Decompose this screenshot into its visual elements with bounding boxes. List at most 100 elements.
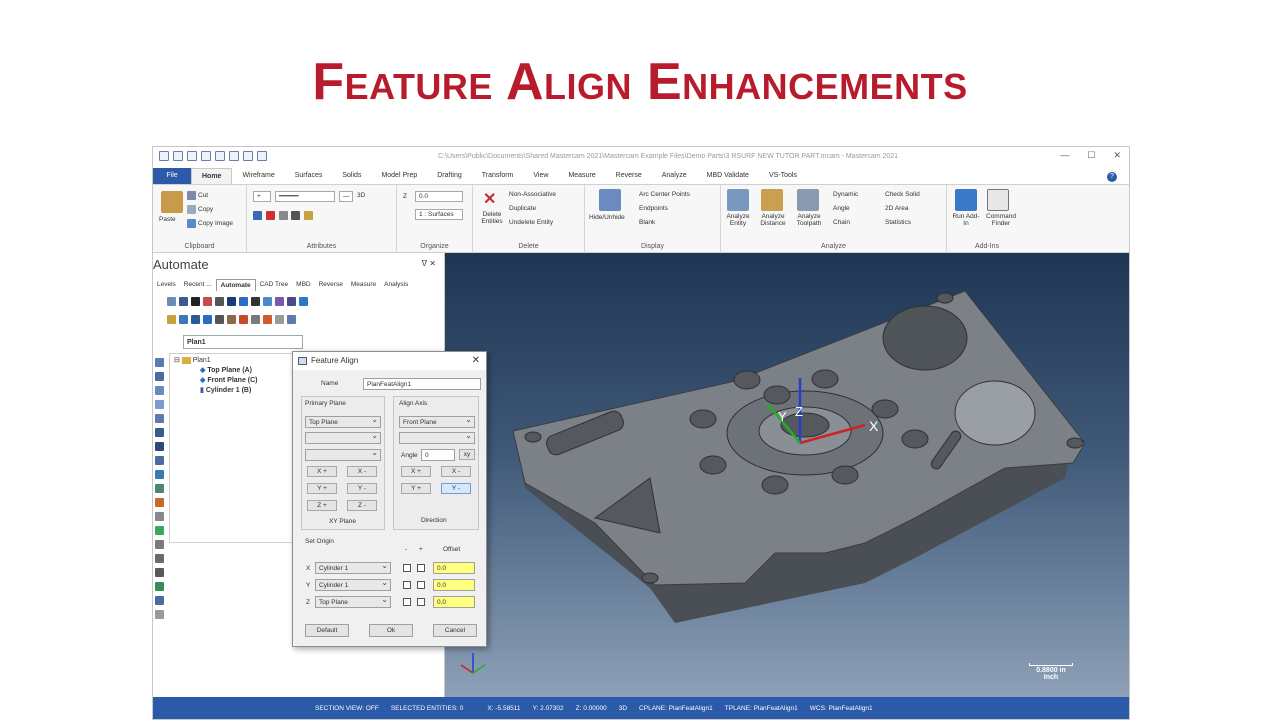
tab-view[interactable]: View xyxy=(523,168,558,184)
origin-z-offset[interactable]: 0.0 xyxy=(433,596,475,608)
maximize-button[interactable]: ☐ xyxy=(1087,150,1095,161)
primary-y-plus-button[interactable]: Y + xyxy=(307,483,337,494)
tab-transform[interactable]: Transform xyxy=(472,168,524,184)
auto-tool-icon[interactable] xyxy=(191,315,200,324)
hide-unhide-button[interactable]: Hide/Unhide xyxy=(589,214,625,221)
tplane-status[interactable]: TPLANE: PlanFeatAlign1 xyxy=(725,705,798,712)
redo-icon[interactable] xyxy=(243,151,253,161)
side-tool-icon[interactable] xyxy=(155,554,164,563)
play-icon[interactable] xyxy=(239,297,248,306)
panel-pin-close[interactable]: ᐁ ✕ xyxy=(422,259,436,268)
tree-item-cylinder[interactable]: ▮ Cylinder 1 (B) xyxy=(200,386,251,394)
side-tool-icon[interactable] xyxy=(155,582,164,591)
point-style-combo[interactable]: + xyxy=(253,191,271,202)
tab-home[interactable]: Home xyxy=(191,168,233,184)
paste-icon[interactable] xyxy=(161,191,183,213)
tab-drafting[interactable]: Drafting xyxy=(427,168,472,184)
align-axis-select[interactable]: Front Plane xyxy=(399,414,475,428)
tab-reverse[interactable]: Reverse xyxy=(606,168,652,184)
tab-file[interactable]: File xyxy=(153,168,191,184)
mode-3d-status[interactable]: 3D xyxy=(619,705,627,712)
auto-tool-icon[interactable] xyxy=(239,315,248,324)
analyze-entity-icon[interactable] xyxy=(727,189,749,211)
z-depth-input[interactable]: 0.0 xyxy=(415,191,463,202)
name-input[interactable]: PlanFeatAlign1 xyxy=(363,378,481,390)
print-icon[interactable] xyxy=(201,151,211,161)
tab-wireframe[interactable]: Wireframe xyxy=(232,168,284,184)
duplicate-button[interactable]: Duplicate xyxy=(509,205,536,212)
arc-center-button[interactable]: Arc Center Points xyxy=(639,191,690,198)
origin-z-minus-check[interactable] xyxy=(403,598,411,606)
origin-x-offset[interactable]: 0.0 xyxy=(433,562,475,574)
origin-x-select[interactable]: Cylinder 1 xyxy=(315,560,391,574)
analyze-distance-icon[interactable] xyxy=(761,189,783,211)
tab-model-prep[interactable]: Model Prep xyxy=(371,168,427,184)
primary-y-minus-button[interactable]: Y - xyxy=(347,483,377,494)
chain-button[interactable]: Chain xyxy=(833,219,850,226)
section-view-status[interactable]: SECTION VIEW: OFF xyxy=(315,705,379,712)
side-tool-icon[interactable] xyxy=(155,428,164,437)
selected-entities-status[interactable]: SELECTED ENTITIES: 0 xyxy=(391,705,464,712)
save-as-icon[interactable] xyxy=(215,151,225,161)
qat-customize-icon[interactable] xyxy=(257,151,267,161)
auto-tool-icon[interactable] xyxy=(203,315,212,324)
copy-button[interactable]: Copy xyxy=(187,205,213,214)
level-select[interactable]: 1 : Surfaces xyxy=(415,209,463,220)
auto-tool-icon[interactable] xyxy=(179,315,188,324)
auto-tool-icon[interactable] xyxy=(167,315,176,324)
paste-button[interactable]: Paste xyxy=(159,216,176,223)
origin-x-plus-check[interactable] xyxy=(417,564,425,572)
auto-tool-icon[interactable] xyxy=(275,315,284,324)
tab-measure[interactable]: Measure xyxy=(558,168,605,184)
solid-color-icon[interactable] xyxy=(278,211,288,220)
side-tool-icon[interactable] xyxy=(155,526,164,535)
blank-button[interactable]: Blank xyxy=(639,219,655,226)
analyze-distance-button[interactable]: Analyze Distance xyxy=(755,213,791,227)
new-file-icon[interactable] xyxy=(159,151,169,161)
side-tool-icon[interactable] xyxy=(155,610,164,619)
graphics-viewport[interactable]: X Z Y 0.8800 in Inch xyxy=(445,253,1129,699)
check-solid-button[interactable]: Check Solid xyxy=(885,191,920,198)
side-tool-icon[interactable] xyxy=(155,414,164,423)
panel-tab-levels[interactable]: Levels xyxy=(153,279,180,291)
help-icon[interactable]: ? xyxy=(1107,172,1117,182)
align-y-plus-button[interactable]: Y + xyxy=(401,483,431,494)
side-tool-icon[interactable] xyxy=(155,400,164,409)
xy-button[interactable]: xy xyxy=(459,449,475,460)
panel-tab-analysis[interactable]: Analysis xyxy=(380,279,412,291)
plane-select[interactable]: Plan1 xyxy=(183,335,303,349)
primary-x-plus-button[interactable]: X + xyxy=(307,466,337,477)
ok-button[interactable]: Ok xyxy=(369,624,413,637)
cancel-button[interactable]: Cancel xyxy=(433,624,477,637)
close-window-button[interactable]: ✕ xyxy=(1113,150,1121,161)
side-tool-icon[interactable] xyxy=(155,498,164,507)
origin-x-minus-check[interactable] xyxy=(403,564,411,572)
side-tool-icon[interactable] xyxy=(155,484,164,493)
tab-solids[interactable]: Solids xyxy=(332,168,371,184)
origin-y-offset[interactable]: 0.0 xyxy=(433,579,475,591)
angle-button[interactable]: Angle xyxy=(833,205,850,212)
command-finder-icon[interactable] xyxy=(987,189,1009,211)
auto-tool-icon[interactable] xyxy=(227,315,236,324)
tab-vs-tools[interactable]: VS-Tools xyxy=(759,168,807,184)
cplane-status[interactable]: CPLANE: PlanFeatAlign1 xyxy=(639,705,713,712)
text-icon[interactable] xyxy=(251,297,260,306)
side-tool-icon[interactable] xyxy=(155,540,164,549)
tree-item-front-plane[interactable]: ◆ Front Plane (C) xyxy=(200,376,258,384)
tab-surfaces[interactable]: Surfaces xyxy=(285,168,333,184)
save-icon[interactable] xyxy=(173,151,183,161)
primary-z-minus-button[interactable]: Z - xyxy=(347,500,377,511)
auto-tool-icon[interactable] xyxy=(179,297,188,306)
plus-icon[interactable] xyxy=(299,297,308,306)
command-finder-button[interactable]: Command Finder xyxy=(981,213,1021,227)
auto-tool-icon[interactable] xyxy=(275,297,284,306)
align-x-minus-button[interactable]: X - xyxy=(441,466,471,477)
side-tool-icon[interactable] xyxy=(155,372,164,381)
side-tool-icon[interactable] xyxy=(155,596,164,605)
analyze-entity-button[interactable]: Analyze Entity xyxy=(723,213,753,227)
surface-color-icon[interactable] xyxy=(253,211,262,220)
clear-colors-icon[interactable] xyxy=(304,211,314,220)
undelete-entity-button[interactable]: Undelete Entity xyxy=(509,219,553,226)
auto-tool-icon[interactable] xyxy=(167,297,176,306)
area-2d-button[interactable]: 2D Area xyxy=(885,205,909,212)
